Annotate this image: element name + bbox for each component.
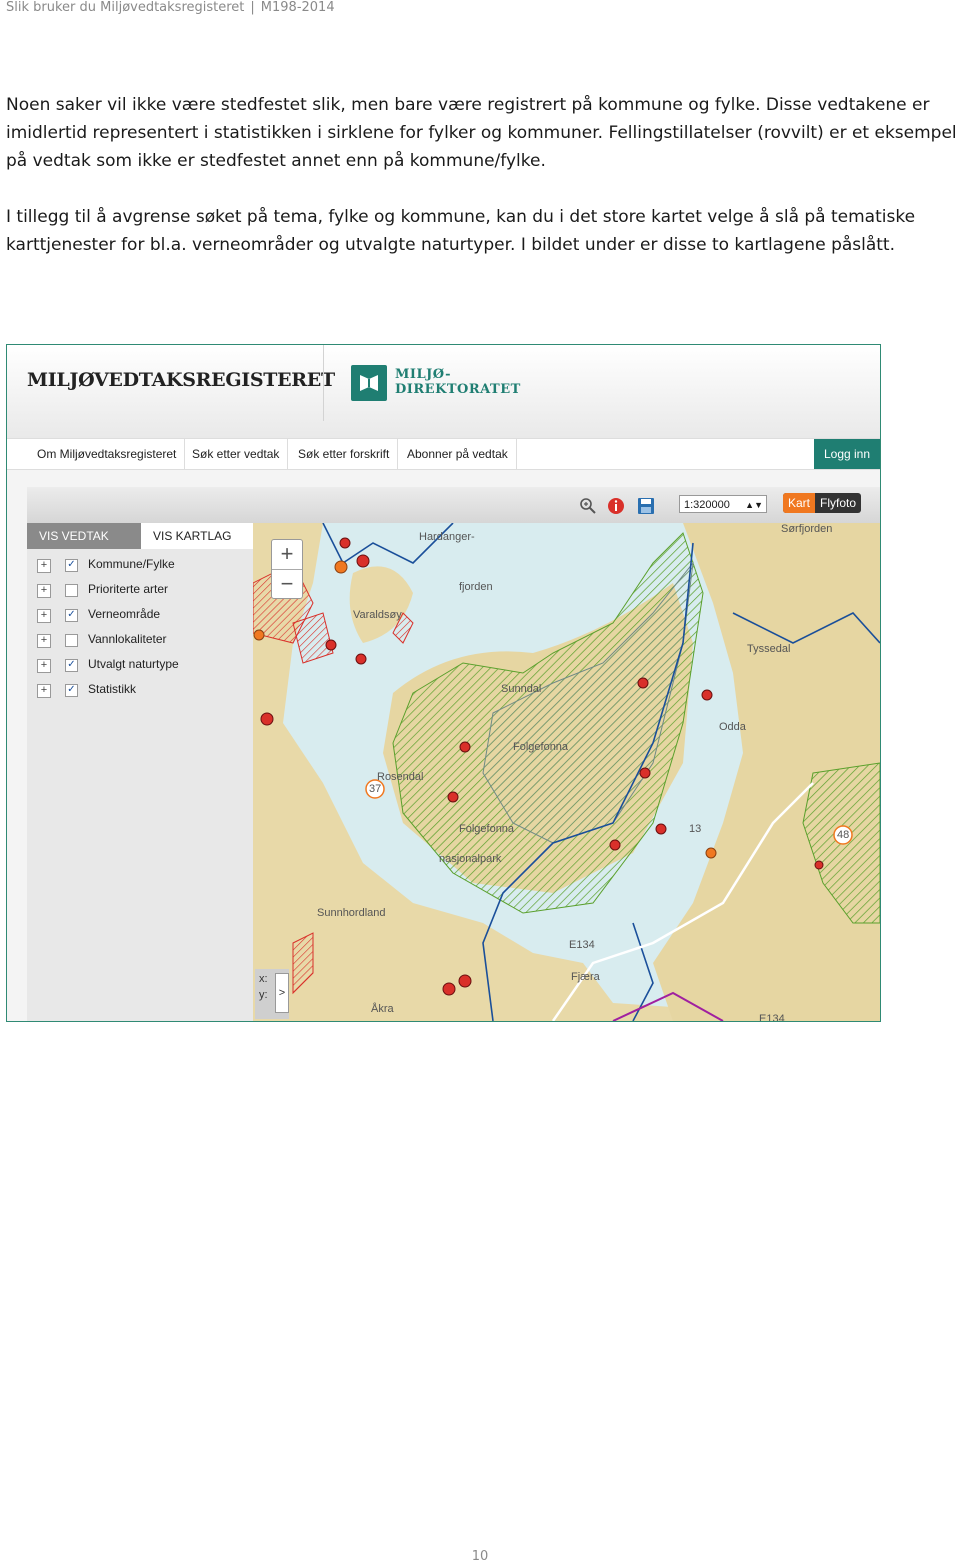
nav-item-om[interactable]: Om Miljøvedtaksregisteret: [29, 439, 186, 469]
nav-item-sok-forskrift[interactable]: Søk etter forskrift: [290, 439, 399, 469]
map-place-label: 37: [369, 783, 382, 795]
document-code: M198-2014: [260, 0, 335, 15]
tab-vis-kartlag[interactable]: VIS KARTLAG: [141, 523, 253, 549]
layer-label: Verneområde: [88, 607, 161, 621]
save-icon[interactable]: [637, 497, 655, 515]
layer-label: Utvalgt naturtype: [88, 657, 179, 671]
tab-vis-vedtak[interactable]: VIS VEDTAK: [27, 523, 141, 549]
basemap-toggle: Kart Flyfoto: [783, 493, 862, 513]
coordinate-readout: x: y: >: [255, 969, 289, 1019]
layer-label: Kommune/Fylke: [88, 557, 175, 571]
layer-label: Vannlokaliteter: [88, 632, 167, 646]
map-graphics: [253, 523, 880, 1021]
map-place-label: 48: [837, 829, 850, 841]
zoom-control: + −: [271, 539, 303, 599]
coord-y-label: y:: [259, 989, 268, 1001]
map-place-label: E134: [569, 939, 595, 951]
brand-header: MILJØVEDTAKSREGISTERET MILJØ- DIREKTORAT…: [7, 345, 880, 438]
nav-item-sok-vedtak[interactable]: Søk etter vedtak: [184, 439, 289, 469]
map-place-label: Folgefonna: [513, 741, 569, 753]
app-title[interactable]: MILJØVEDTAKSREGISTERET: [27, 369, 335, 391]
zoom-in-magnifier-icon[interactable]: [579, 497, 597, 515]
paragraph-1: Noen saker vil ikke være stedfestet slik…: [6, 95, 957, 171]
expand-icon[interactable]: +: [37, 634, 51, 648]
layer-checkbox[interactable]: ✓: [65, 559, 78, 572]
zoom-out-button[interactable]: −: [272, 570, 302, 599]
map-place-label: Folgefonna: [459, 823, 515, 835]
map-canvas[interactable]: Hardanger-fjorden Varaldsøy Sunndal Tysseda…: [253, 523, 880, 1021]
expand-icon[interactable]: +: [37, 684, 51, 698]
miljodirektoratet-logo-icon[interactable]: [351, 365, 387, 401]
map-place-label: nasjonalpark: [439, 853, 502, 865]
map-place-label: Tyssedal: [747, 643, 791, 655]
map-place-label: Sunnhordland: [317, 907, 386, 919]
map-place-label: Sunndal: [501, 683, 542, 695]
layer-label: Statistikk: [88, 682, 137, 696]
expand-icon[interactable]: +: [37, 584, 51, 598]
app-screenshot: MILJØVEDTAKSREGISTERET MILJØ- DIREKTORAT…: [6, 344, 881, 1022]
chevron-up-down-icon: ▲▼: [745, 500, 763, 510]
layer-checkbox[interactable]: [65, 584, 78, 597]
layer-checkbox[interactable]: ✓: [65, 659, 78, 672]
naturtype-red-2: [292, 612, 334, 664]
map-place-label: fjorden: [459, 581, 493, 593]
page-number: 10: [471, 1549, 489, 1564]
expand-icon[interactable]: +: [37, 609, 51, 623]
running-header: Slik bruker du Miljøvedtaksregisteret | M1…: [6, 0, 335, 15]
coord-toggle-button[interactable]: >: [275, 973, 289, 1013]
expand-icon[interactable]: +: [37, 559, 51, 573]
document-title: Slik bruker du Miljøvedtaksregisteret: [6, 0, 245, 15]
layer-checkbox[interactable]: ✓: [65, 684, 78, 697]
map-place-label: Odda: [719, 721, 746, 733]
nav-item-abonner[interactable]: Abonner på vedtak: [399, 439, 517, 469]
zoom-in-button[interactable]: +: [272, 540, 302, 570]
layer-label: Prioriterte arter: [88, 582, 169, 596]
expand-icon[interactable]: +: [37, 659, 51, 673]
main-nav: Om Miljøvedtaksregisteret Søk etter vedt…: [7, 438, 880, 470]
map-place-label: Fjæra: [571, 971, 600, 983]
map-place-label: Åkra: [371, 1003, 394, 1015]
layer-checkbox[interactable]: [65, 634, 78, 647]
login-button[interactable]: Logg inn: [814, 439, 880, 469]
map-place-label: 13: [689, 823, 702, 835]
map-place-label: Rosendal: [377, 771, 424, 783]
map-place-label: E134: [759, 1013, 785, 1021]
map-place-label: Hardanger-: [419, 531, 475, 543]
basemap-kart-button[interactable]: Kart: [783, 493, 816, 513]
map-place-label: Sørfjorden: [781, 523, 833, 535]
paragraph-2: I tillegg til å avgrense søket på tema, …: [6, 207, 916, 255]
layer-checkbox[interactable]: ✓: [65, 609, 78, 622]
panel-tabs: VIS VEDTAK VIS KARTLAG: [27, 523, 253, 549]
basemap-flyfoto-button[interactable]: Flyfoto: [815, 493, 861, 513]
layer-panel: VIS VEDTAK VIS KARTLAG + ✓ Kommune/Fylke + P…: [27, 523, 253, 1021]
coord-x-label: x:: [259, 973, 268, 985]
info-icon[interactable]: [607, 497, 625, 515]
logo-text: MILJØ- DIREKTORATET: [395, 367, 521, 397]
scale-select[interactable]: 1:320000 ▲▼: [679, 495, 767, 513]
map-place-label: Varaldsøy: [353, 609, 402, 621]
map-toolbar: 1:320000 ▲▼ Kart Flyfoto: [27, 487, 880, 523]
map-application: 1:320000 ▲▼ Kart Flyfoto VIS VEDTAK VIS K…: [27, 487, 880, 1021]
